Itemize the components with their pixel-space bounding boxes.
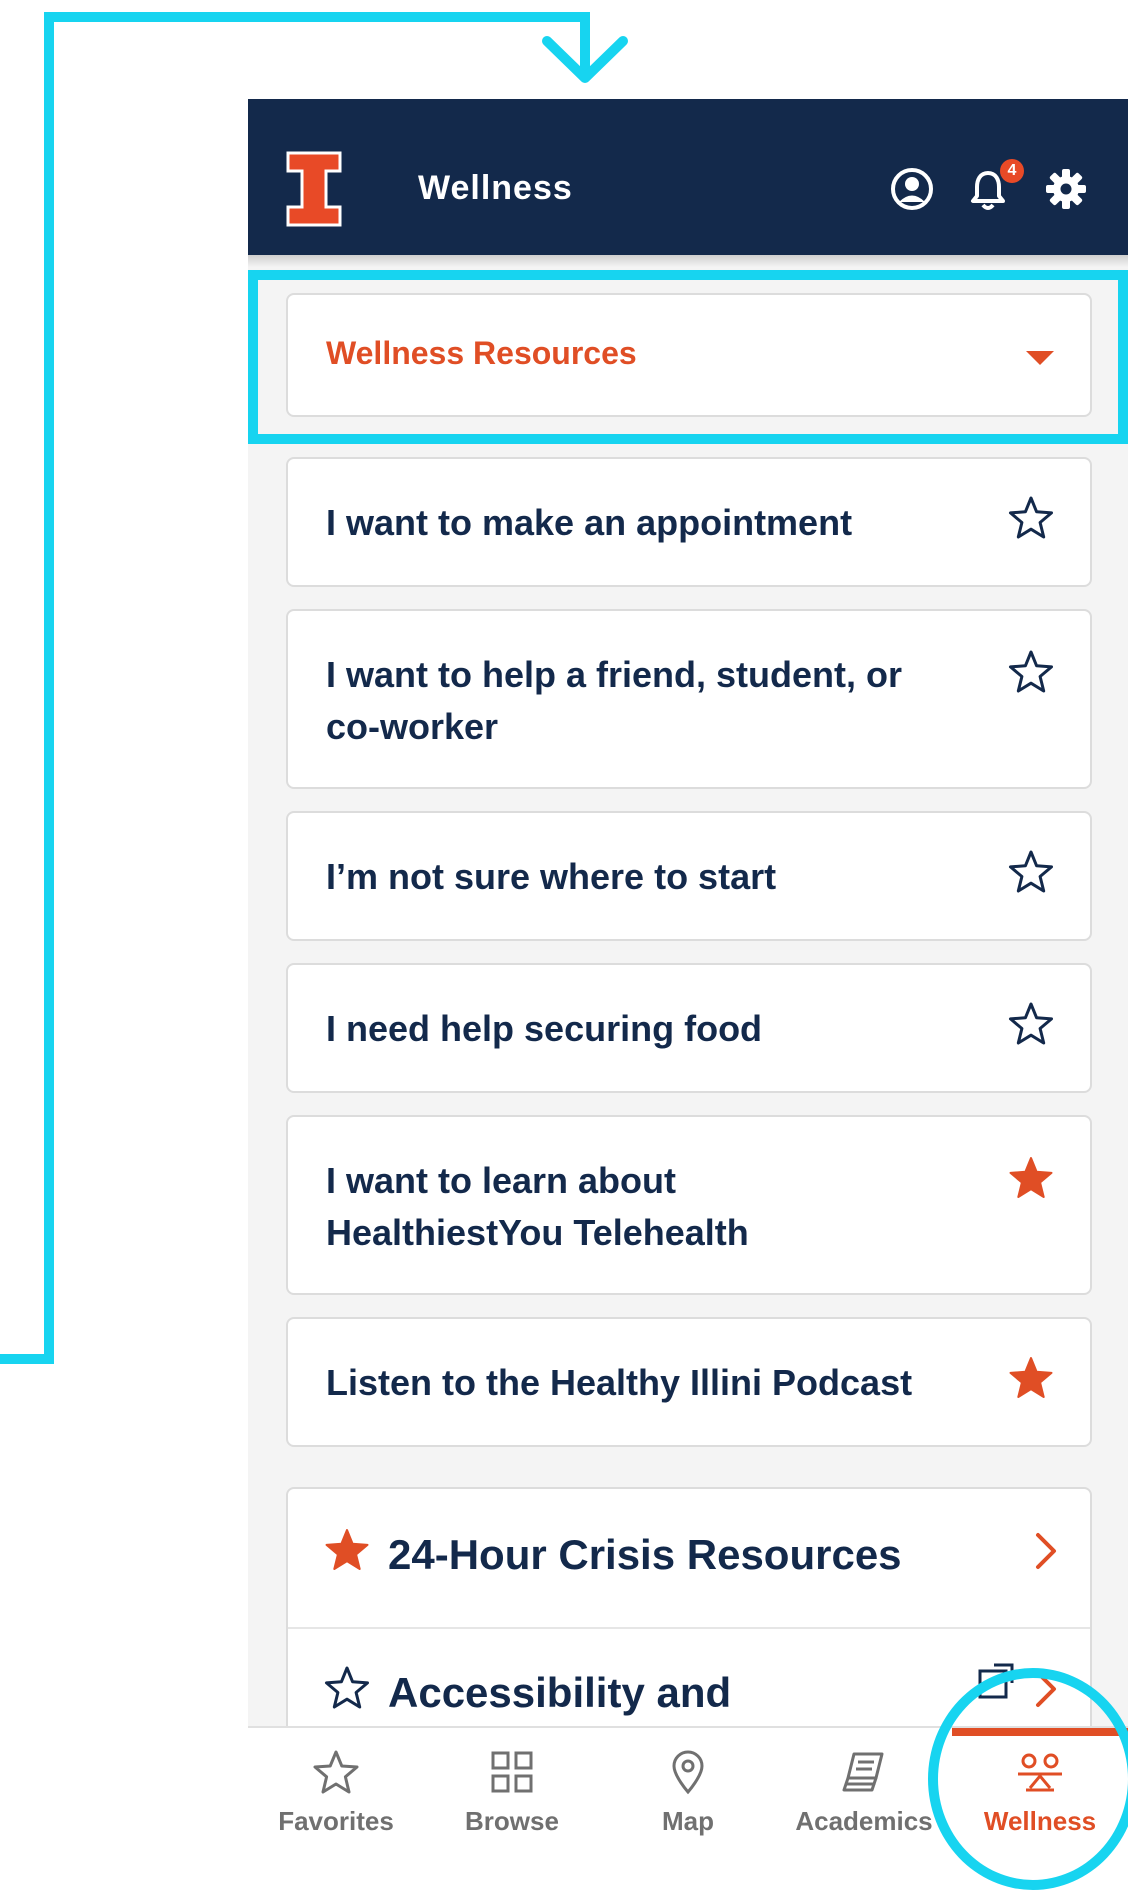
tab-academics[interactable]: Academics xyxy=(776,1728,952,1898)
chevron-right-icon xyxy=(1036,1533,1056,1569)
tab-favorites[interactable]: Favorites xyxy=(248,1728,424,1898)
list-item[interactable]: Listen to the Healthy Illini Podcast xyxy=(286,1317,1092,1447)
illinois-logo-icon[interactable] xyxy=(286,151,342,227)
app-header: Wellness 4 xyxy=(248,99,1128,255)
star-outline-icon[interactable] xyxy=(1008,649,1054,695)
page-title: Wellness xyxy=(418,169,573,207)
annotation-line-top xyxy=(44,12,590,22)
tab-map[interactable]: Map xyxy=(600,1728,776,1898)
list-item-label: Listen to the Healthy Illini Podcast xyxy=(326,1362,913,1403)
star-outline-icon[interactable] xyxy=(1008,1001,1054,1047)
list-item-label: I want to learn about HealthiestYou Teleh… xyxy=(326,1160,749,1253)
annotation-arrowhead-icon xyxy=(542,36,628,83)
tab-label: Favorites xyxy=(278,1806,394,1836)
star-outline-icon[interactable] xyxy=(1008,849,1054,895)
section-label: 24-Hour Crisis Resources xyxy=(388,1531,902,1578)
list-item-label: I need help securing food xyxy=(326,1008,763,1049)
star-filled-icon[interactable] xyxy=(324,1527,370,1573)
user-circle-icon[interactable] xyxy=(888,165,936,213)
list-item[interactable]: I want to make an appointment xyxy=(286,457,1092,587)
list-item[interactable]: I want to help a friend, student, or co-w… xyxy=(286,609,1092,789)
notification-badge: 4 xyxy=(1000,159,1024,183)
list-item-label: I want to make an appointment xyxy=(326,502,853,543)
map-pin-icon xyxy=(672,1750,704,1795)
list-item[interactable]: I need help securing food xyxy=(286,963,1092,1093)
star-outline-icon[interactable] xyxy=(1008,495,1054,541)
section-row[interactable]: 24-Hour Crisis Resources xyxy=(288,1489,1090,1627)
gear-icon[interactable] xyxy=(1042,165,1090,213)
star-outline-icon xyxy=(313,1750,359,1794)
tab-label: Browse xyxy=(465,1806,559,1836)
header-shadow xyxy=(248,255,1128,267)
tab-label: Academics xyxy=(795,1806,933,1836)
section-label: Accessibility and xyxy=(388,1669,732,1716)
star-filled-icon[interactable] xyxy=(1008,1155,1054,1201)
star-filled-icon[interactable] xyxy=(1008,1355,1054,1401)
list-item-label: I’m not sure where to start xyxy=(326,856,777,897)
list-item[interactable]: I want to learn about HealthiestYou Teleh… xyxy=(286,1115,1092,1295)
annotation-highlight-box xyxy=(248,270,1128,444)
grid-icon xyxy=(491,1751,533,1793)
tab-label: Map xyxy=(662,1806,714,1836)
annotation-highlight-circle xyxy=(928,1668,1128,1890)
books-icon xyxy=(842,1752,884,1792)
star-outline-icon[interactable] xyxy=(324,1665,370,1711)
tab-browse[interactable]: Browse xyxy=(424,1728,600,1898)
list-item-label: I want to help a friend, student, or co-w… xyxy=(326,654,903,747)
list-item[interactable]: I’m not sure where to start xyxy=(286,811,1092,941)
annotation-line-vertical xyxy=(44,12,54,1364)
annotation-line-bottom xyxy=(0,1354,54,1364)
